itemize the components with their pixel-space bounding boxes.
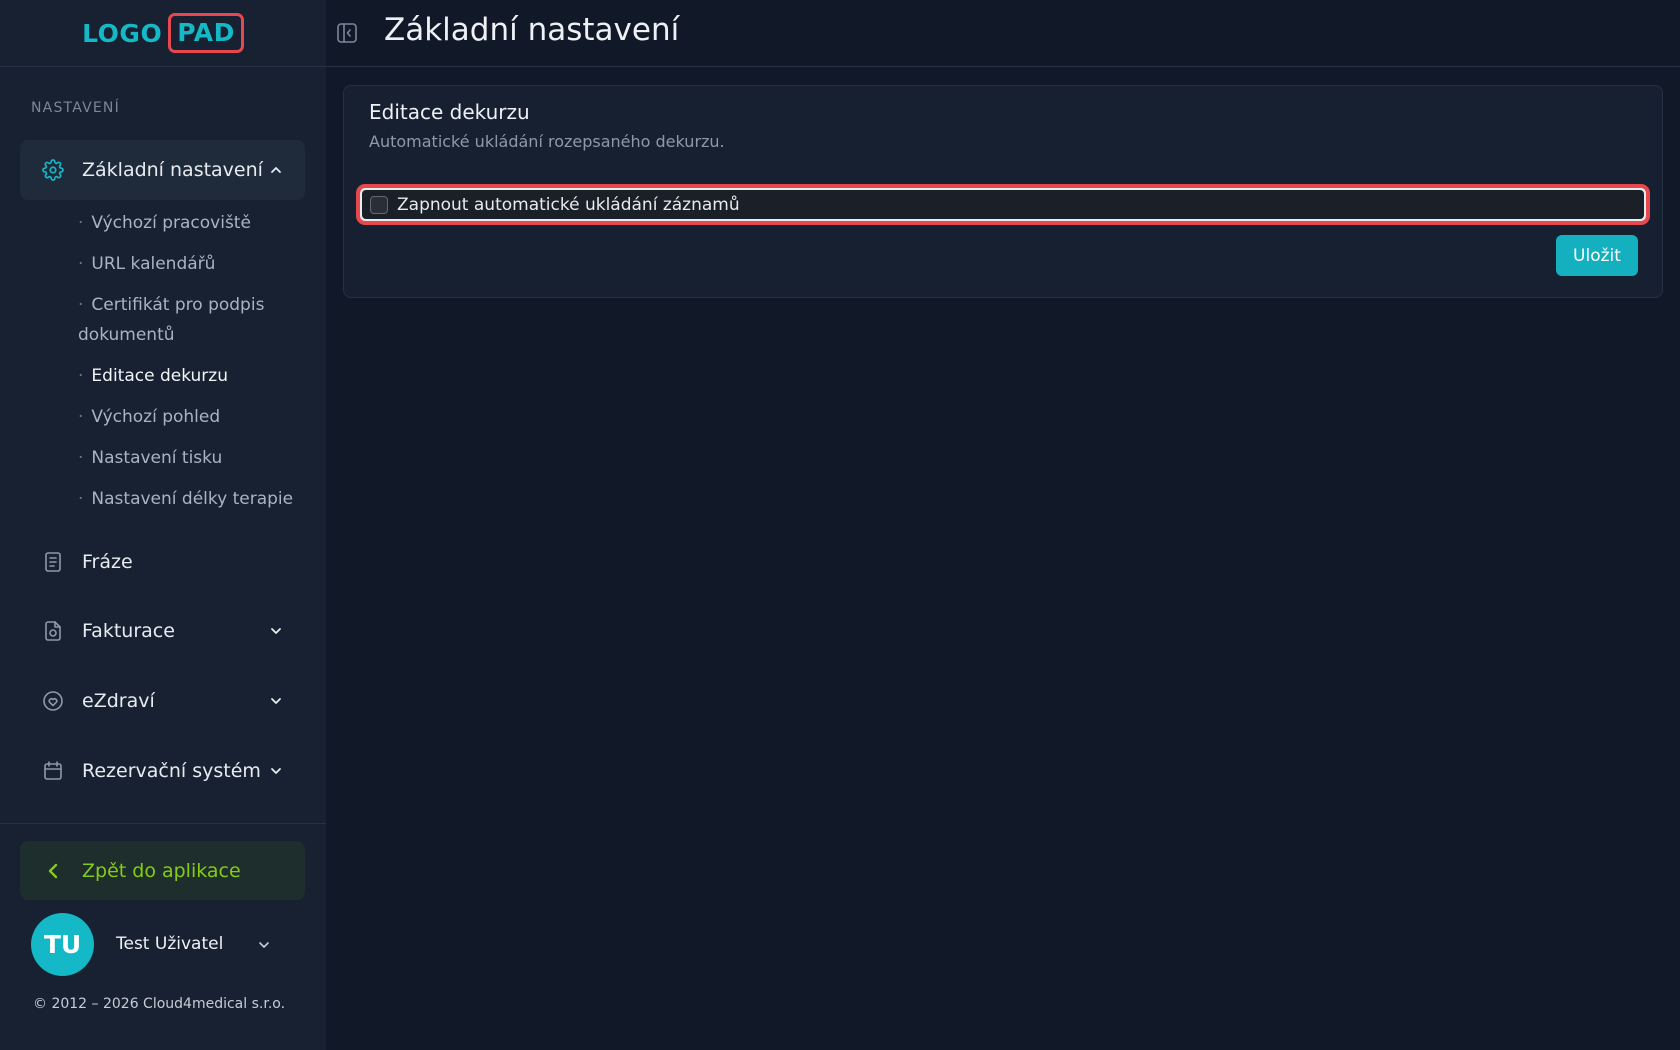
card-title: Editace dekurzu xyxy=(369,100,530,124)
calendar-icon xyxy=(41,759,65,783)
sidebar-item-label: Rezervační systém xyxy=(82,760,261,782)
sidebar-item-label: Fakturace xyxy=(82,620,175,642)
submenu-item-nastaveni-tisku[interactable]: · Nastavení tisku xyxy=(78,443,308,473)
chevron-down-icon xyxy=(269,694,283,708)
user-name: Test Uživatel xyxy=(116,934,224,954)
submenu-item-editace-dekurzu[interactable]: · Editace dekurzu xyxy=(78,361,308,391)
card-description: Automatické ukládání rozepsaného dekurzu… xyxy=(369,132,725,151)
submenu-item-url-kalendaru[interactable]: · URL kalendářů xyxy=(78,249,308,279)
settings-card: Editace dekurzu Automatické ukládání roz… xyxy=(343,85,1663,298)
logo-pad-text: PAD xyxy=(168,13,244,53)
sidebar-item-fakturace[interactable]: Fakturace xyxy=(20,603,305,659)
submenu-item-nastaveni-delky-terapie[interactable]: · Nastavení délky terapie xyxy=(78,484,308,514)
topbar: Základní nastavení xyxy=(326,0,1680,67)
sidebar: LOGO PAD NASTAVENÍ Základní nastavení · V… xyxy=(0,0,326,1050)
logo[interactable]: LOGO PAD xyxy=(82,13,244,53)
sidebar-item-label: Základní nastavení xyxy=(82,159,263,181)
autosave-checkbox[interactable] xyxy=(370,195,388,214)
back-to-app-label: Zpět do aplikace xyxy=(82,859,241,882)
sidebar-item-fraze[interactable]: Fráze xyxy=(20,534,305,590)
invoice-icon xyxy=(41,619,65,643)
submenu-item-vychozi-pracoviste[interactable]: · Výchozí pracoviště xyxy=(78,208,308,238)
avatar: TU xyxy=(31,912,94,976)
chevron-down-icon xyxy=(269,764,283,778)
back-to-app-button[interactable]: Zpět do aplikace xyxy=(20,841,305,900)
chevron-up-icon xyxy=(269,163,283,177)
user-menu[interactable]: TU Test Uživatel xyxy=(31,912,291,976)
gear-icon xyxy=(41,158,65,182)
autosave-checkbox-container: Zapnout automatické ukládání záznamů xyxy=(362,190,1644,219)
page-title: Základní nastavení xyxy=(384,12,680,48)
document-icon xyxy=(41,550,65,574)
section-label: NASTAVENÍ xyxy=(31,100,120,116)
sidebar-divider xyxy=(0,823,326,824)
submenu-item-vychozi-pohled[interactable]: · Výchozí pohled xyxy=(78,402,308,432)
copyright: © 2012 – 2026 Cloud4medical s.r.o. xyxy=(33,996,286,1012)
chevron-left-icon xyxy=(41,859,65,883)
logo-text: LOGO xyxy=(82,18,163,48)
autosave-checkbox-label[interactable]: Zapnout automatické ukládání záznamů xyxy=(397,195,740,215)
submenu-item-certifikat[interactable]: · Certifikát pro podpis dokumentů xyxy=(78,290,308,350)
sidebar-item-label: Fráze xyxy=(82,551,133,573)
save-button[interactable]: Uložit xyxy=(1556,235,1638,276)
logo-bar: LOGO PAD xyxy=(0,0,326,67)
collapse-sidebar-icon[interactable] xyxy=(336,22,360,46)
sidebar-item-ezdravi[interactable]: eZdraví xyxy=(20,673,305,729)
autosave-checkbox-row[interactable]: Zapnout automatické ukládání záznamů xyxy=(356,184,1650,225)
sidebar-item-label: eZdraví xyxy=(82,690,155,712)
chevron-down-icon xyxy=(269,624,283,638)
heart-icon xyxy=(41,689,65,713)
chevron-down-icon xyxy=(257,937,271,951)
sidebar-item-zakladni-nastaveni[interactable]: Základní nastavení xyxy=(20,140,305,200)
sidebar-item-rezervacni-system[interactable]: Rezervační systém xyxy=(20,743,305,799)
